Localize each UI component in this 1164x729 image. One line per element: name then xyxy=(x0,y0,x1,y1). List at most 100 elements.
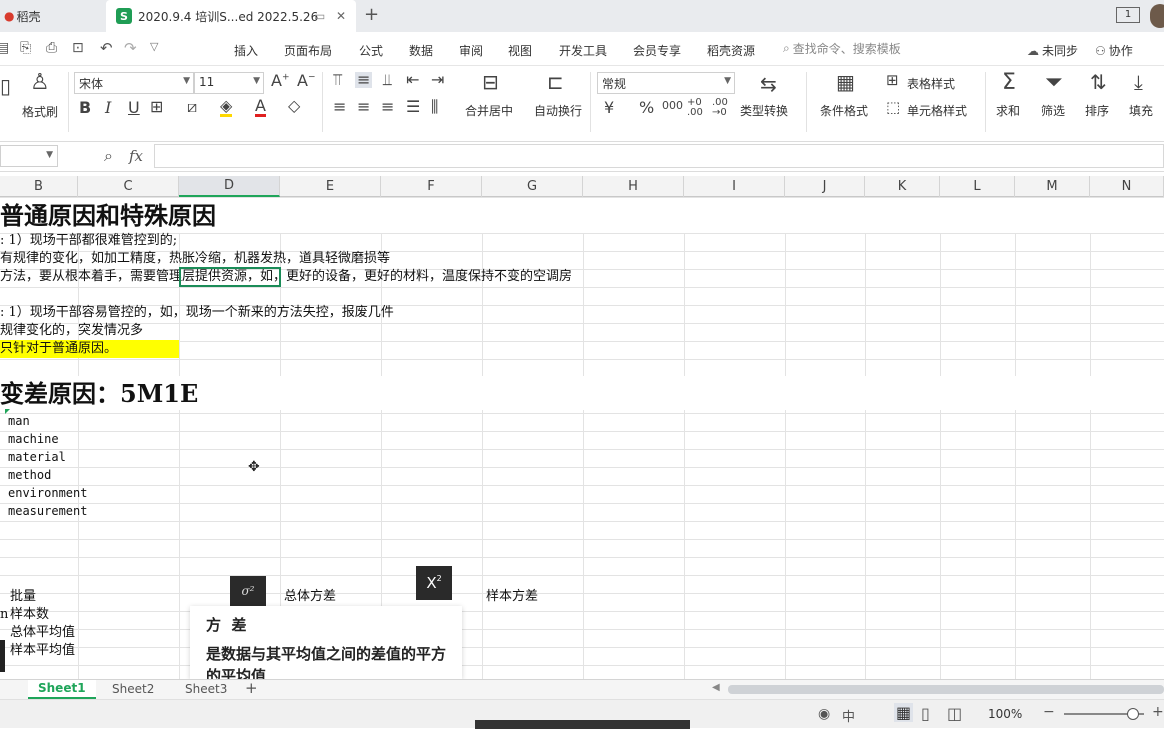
menu-insert[interactable]: 插入 xyxy=(234,42,258,59)
menu-developer[interactable]: 开发工具 xyxy=(559,42,607,59)
page-layout-view-icon[interactable]: ▯ xyxy=(921,704,930,723)
increase-font-icon[interactable]: A+ xyxy=(271,73,290,89)
font-name-select[interactable]: 宋体 ▼ xyxy=(74,72,194,94)
sheet-tab-sheet3[interactable]: Sheet3 xyxy=(185,682,227,696)
horizontal-scrollbar[interactable] xyxy=(728,685,1164,694)
restore-icon[interactable]: ▭ xyxy=(314,9,325,23)
tab-daoke[interactable]: ● 稻壳 xyxy=(0,0,104,32)
zoom-in-icon[interactable]: + xyxy=(1152,704,1164,720)
table-style-button[interactable]: 表格样式 xyxy=(907,75,955,92)
font-color-icon[interactable]: A xyxy=(255,98,266,117)
currency-button[interactable]: ¥ xyxy=(604,100,614,116)
normal-view-icon[interactable]: ▦ xyxy=(894,703,914,722)
formula-input[interactable] xyxy=(154,144,1164,168)
print-icon[interactable]: ⎙ xyxy=(46,40,57,56)
align-left-icon[interactable]: ≡ xyxy=(333,99,346,115)
conditional-format-icon[interactable]: ▦ xyxy=(836,72,855,92)
column-header-h[interactable]: H xyxy=(583,176,684,197)
menu-formulas[interactable]: 公式 xyxy=(359,42,383,59)
align-center-icon[interactable]: ≡ xyxy=(357,99,370,115)
page-break-view-icon[interactable]: ◫ xyxy=(947,704,962,723)
sort-button[interactable]: 排序 xyxy=(1085,102,1109,119)
cell-style-icon[interactable]: ⬚ xyxy=(886,100,900,115)
new-tab-button[interactable]: + xyxy=(364,4,379,25)
underline-button[interactable]: U xyxy=(128,100,140,116)
menu-daoke-resources[interactable]: 稻壳资源 xyxy=(707,42,755,59)
scroll-left-icon[interactable]: ◀ xyxy=(712,682,720,693)
sheet-tab-sheet1[interactable]: Sheet1 xyxy=(28,680,96,699)
fill-color-icon[interactable]: ◈ xyxy=(220,98,233,117)
paste-icon[interactable]: ▯ xyxy=(0,76,11,96)
cell-style-icon[interactable]: ⧄ xyxy=(187,99,197,115)
undo-icon[interactable]: ↶ xyxy=(100,39,113,57)
sum-button[interactable]: 求和 xyxy=(996,102,1020,119)
command-search[interactable]: ⌕ 查找命令、搜索模板 xyxy=(783,40,901,57)
sum-icon[interactable]: Σ xyxy=(1002,72,1016,94)
column-header-j[interactable]: J xyxy=(785,176,865,197)
number-format-select[interactable]: 常规 ▼ xyxy=(597,72,735,94)
menu-review[interactable]: 审阅 xyxy=(459,42,483,59)
wrap-text-icon[interactable]: ⊏ xyxy=(547,72,564,92)
preview-icon[interactable]: ⊡ xyxy=(72,40,84,56)
menu-data[interactable]: 数据 xyxy=(409,42,433,59)
redo-icon[interactable]: ↷ xyxy=(124,39,137,57)
column-header-k[interactable]: K xyxy=(865,176,940,197)
column-header-g[interactable]: G xyxy=(482,176,583,197)
selected-cell-d[interactable] xyxy=(179,267,281,287)
column-header-l[interactable]: L xyxy=(940,176,1015,197)
font-size-select[interactable]: 11 ▼ xyxy=(194,72,264,94)
quick-access-dropdown-icon[interactable]: ▽ xyxy=(150,40,158,53)
zoom-level[interactable]: 100% xyxy=(988,707,1022,721)
align-middle-icon[interactable]: ≡ xyxy=(355,72,373,88)
column-header-n[interactable]: N xyxy=(1090,176,1164,197)
menu-view[interactable]: 视图 xyxy=(508,42,532,59)
sigma-squared-image[interactable]: σ² xyxy=(230,576,266,606)
collab-button[interactable]: ⚇ 协作 xyxy=(1095,42,1133,59)
justify-icon[interactable]: ☰ xyxy=(406,99,420,115)
decrease-font-icon[interactable]: A− xyxy=(297,73,316,89)
filter-icon[interactable]: ⏷ xyxy=(1045,72,1063,94)
sync-button[interactable]: ☁ 未同步 xyxy=(1027,42,1078,59)
zoom-search-icon[interactable]: ⌕ xyxy=(104,146,113,166)
column-header-m[interactable]: M xyxy=(1015,176,1090,197)
indent-increase-icon[interactable]: ⇥ xyxy=(431,72,444,88)
fill-icon[interactable]: ⤓ xyxy=(1134,72,1143,92)
fx-button[interactable]: fx xyxy=(129,147,143,165)
sheet-tab-sheet2[interactable]: Sheet2 xyxy=(112,682,154,696)
column-header-e[interactable]: E xyxy=(280,176,381,197)
align-top-icon[interactable]: ⫪ xyxy=(333,72,342,88)
conditional-format-button[interactable]: 条件格式 xyxy=(820,102,868,119)
language-icon[interactable]: 中 xyxy=(842,706,855,725)
type-convert-icon[interactable]: ⇆ xyxy=(760,74,777,94)
type-convert-button[interactable]: 类型转换 xyxy=(740,102,788,119)
distribute-icon[interactable]: ⫼ xyxy=(431,99,438,115)
wrap-text-button[interactable]: 自动换行 xyxy=(534,102,582,119)
avatar[interactable] xyxy=(1150,4,1164,28)
border-icon[interactable]: ⊞ xyxy=(150,99,163,115)
bold-button[interactable]: B xyxy=(79,100,91,116)
fill-button[interactable]: 填充 xyxy=(1129,102,1153,119)
close-tab-icon[interactable]: ✕ xyxy=(336,9,346,23)
zoom-slider-handle[interactable] xyxy=(1127,708,1139,720)
cell-style-button[interactable]: 单元格样式 xyxy=(907,102,967,119)
window-switch-icon[interactable]: 1 xyxy=(1116,7,1140,23)
thousands-icon[interactable]: 000 xyxy=(662,100,683,111)
column-header-b[interactable]: B xyxy=(0,176,78,197)
save-icon[interactable]: ▤ xyxy=(0,40,9,56)
filter-button[interactable]: 筛选 xyxy=(1041,102,1065,119)
zoom-out-icon[interactable]: − xyxy=(1043,704,1055,720)
export-icon[interactable]: ⎘ xyxy=(20,40,31,56)
align-bottom-icon[interactable]: ⫫ xyxy=(383,72,392,88)
column-header-c[interactable]: C xyxy=(78,176,179,197)
format-painter-icon[interactable]: ♙ xyxy=(30,72,50,94)
column-header-d[interactable]: D xyxy=(179,176,280,197)
eye-protection-icon[interactable]: ◉ xyxy=(818,706,830,722)
decimal-decrease-icon[interactable]: .00 →0 xyxy=(712,98,728,118)
column-header-i[interactable]: I xyxy=(684,176,785,197)
decimal-increase-icon[interactable]: +0.00 xyxy=(687,98,703,118)
x-squared-image[interactable]: X2 xyxy=(416,566,452,600)
column-header-f[interactable]: F xyxy=(381,176,482,197)
menu-page-layout[interactable]: 页面布局 xyxy=(284,42,332,59)
indent-decrease-icon[interactable]: ⇤ xyxy=(406,72,419,88)
menu-member[interactable]: 会员专享 xyxy=(633,42,681,59)
